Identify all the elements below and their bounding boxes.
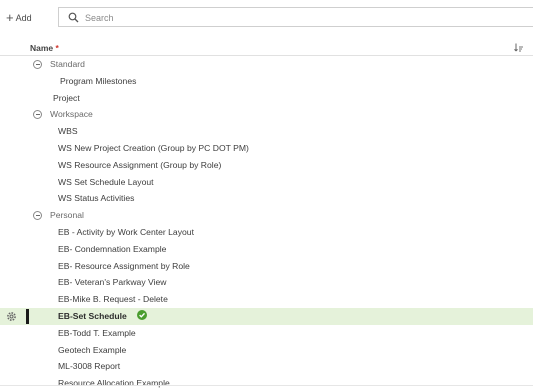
search-input[interactable] (85, 11, 385, 24)
group-label: Standard (50, 59, 85, 69)
collapse-icon[interactable] (33, 60, 42, 69)
active-row-indicator (26, 309, 29, 324)
list-item-label: Resource Allocation Example (58, 378, 170, 389)
list-item[interactable]: EB- Condemnation Example (0, 241, 533, 258)
list-item-label: EB-Todd T. Example (58, 327, 136, 338)
list-item[interactable]: ML-3008 Report (0, 358, 533, 375)
group-row[interactable]: Workspace (0, 106, 533, 123)
list-item[interactable]: WS Status Activities (0, 190, 533, 207)
list-item-label: WBS (58, 126, 78, 137)
required-marker: * (55, 43, 59, 53)
add-button-label: Add (15, 13, 32, 23)
list-item-label: WS Resource Assignment (Group by Role) (58, 159, 222, 170)
add-button[interactable]: + Add (6, 11, 32, 25)
list-item-label: WS Status Activities (58, 193, 135, 204)
list-item[interactable]: EB-Set Schedule (0, 308, 533, 325)
list-item[interactable]: WS New Project Creation (Group by PC DOT… (0, 140, 533, 157)
list-item-label: Geotech Example (58, 344, 127, 355)
list-item-label: ML-3008 Report (58, 361, 121, 372)
list-item[interactable]: EB- Veteran's Parkway View (0, 274, 533, 291)
table-header: Name * (0, 40, 533, 56)
list-item-label: EB- Condemnation Example (58, 243, 167, 254)
group-label: Personal (50, 210, 84, 221)
gear-icon[interactable] (6, 311, 17, 322)
plus-icon: + (6, 10, 14, 25)
list-item[interactable]: Program Milestones (0, 73, 533, 90)
list-item[interactable]: Geotech Example (0, 342, 533, 359)
check-circle-icon (137, 309, 147, 320)
list-item[interactable]: WBS (0, 123, 533, 140)
list-item-label: WS Set Schedule Layout (58, 176, 154, 187)
list-item[interactable]: Resource Allocation Example (0, 375, 533, 392)
list-item-label: Program Milestones (60, 75, 137, 86)
group-row[interactable]: Standard (0, 56, 533, 73)
toolbar: + Add (0, 0, 533, 40)
list-item[interactable]: Project (0, 90, 533, 107)
collapse-icon[interactable] (33, 211, 42, 221)
list-item[interactable]: WS Resource Assignment (Group by Role) (0, 157, 533, 174)
search-box[interactable] (58, 7, 533, 27)
list-item-label: EB-Mike B. Request - Delete (58, 294, 168, 305)
list-item-label: Project (53, 92, 80, 103)
search-icon (68, 12, 79, 23)
list-item[interactable]: EB - Activity by Work Center Layout (0, 224, 533, 241)
collapse-icon[interactable] (33, 110, 42, 120)
list-item[interactable]: EB-Mike B. Request - Delete (0, 291, 533, 308)
list-item[interactable]: EB-Todd T. Example (0, 325, 533, 342)
name-column-header[interactable]: Name * (30, 43, 59, 53)
list-item-label: EB - Activity by Work Center Layout (58, 227, 194, 237)
group-row[interactable]: Personal (0, 207, 533, 224)
list-item-label: WS New Project Creation (Group by PC DOT… (58, 143, 249, 153)
sort-icon[interactable] (514, 43, 524, 52)
list-item[interactable]: WS Set Schedule Layout (0, 174, 533, 191)
list-item-label: EB- Resource Assignment by Role (58, 260, 190, 271)
name-column-label: Name (30, 43, 54, 53)
list-item-label: EB-Set Schedule (58, 311, 127, 321)
list-item[interactable]: EB- Resource Assignment by Role (0, 258, 533, 275)
list-item-label: EB- Veteran's Parkway View (58, 277, 167, 288)
group-label: Workspace (50, 109, 93, 120)
